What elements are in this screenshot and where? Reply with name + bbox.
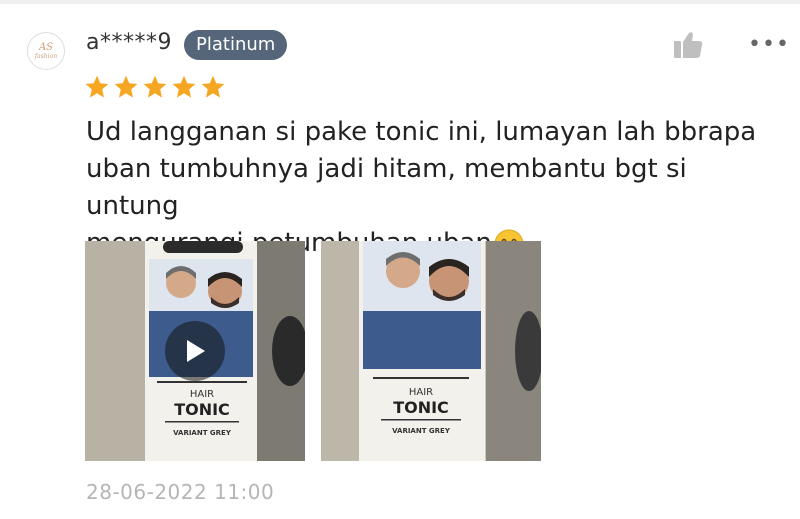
product-label-small: HAIR [409, 387, 433, 398]
product-label-variant: VARIANT GREY [392, 427, 451, 435]
star-icon [201, 75, 225, 98]
media-thumbnail-video[interactable]: HAIR TONIC VARIANT GREY [85, 241, 305, 461]
product-label-variant: VARIANT GREY [173, 429, 232, 437]
review-line: Ud langganan si pake tonic ini, lumayan … [86, 117, 757, 147]
avatar-monogram: AS [38, 41, 54, 53]
star-icon [114, 75, 138, 98]
review-line: uban tumbuhnya jadi hitam, membantu bgt … [86, 154, 687, 221]
avatar-sub: fashion [34, 52, 58, 60]
username: a*****9 [86, 30, 172, 55]
star-icon [172, 75, 196, 98]
star-icon [85, 75, 109, 98]
thumbs-up-icon[interactable] [672, 30, 704, 60]
membership-badge: Platinum [184, 30, 288, 60]
review-timestamp: 28-06-2022 11:00 [86, 480, 275, 504]
media-thumbnail-image[interactable]: HAIR TONIC VARIANT GREY [321, 241, 541, 461]
more-icon[interactable]: ••• [748, 34, 790, 56]
avatar[interactable]: AS fashion [27, 32, 65, 70]
rating-stars [84, 74, 226, 100]
play-button[interactable] [165, 321, 225, 381]
star-icon [143, 75, 167, 98]
product-label-name: TONIC [393, 398, 449, 417]
product-label-name: TONIC [174, 400, 230, 419]
review-text: Ud langganan si pake tonic ini, lumayan … [86, 114, 766, 262]
top-divider [0, 0, 800, 4]
play-icon [187, 340, 205, 362]
product-label-small: HAIR [190, 389, 214, 400]
